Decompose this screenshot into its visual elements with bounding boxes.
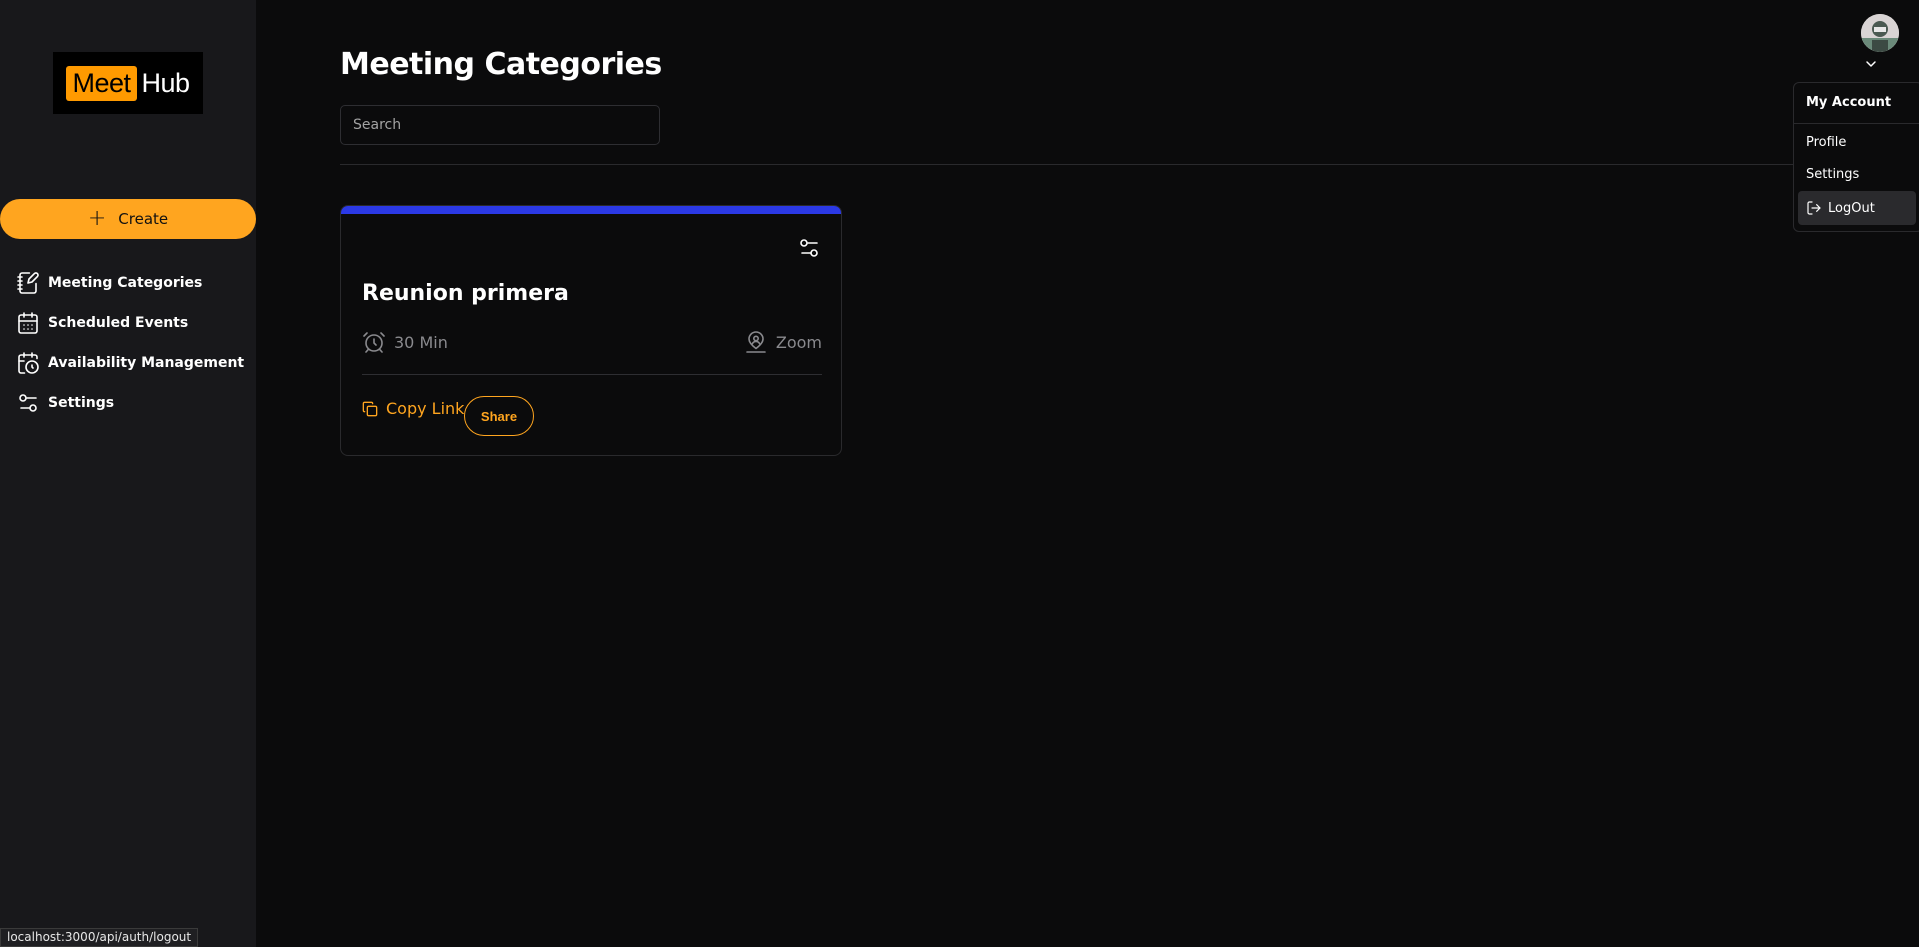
- card-title: Reunion primera: [362, 281, 569, 306]
- sidebar-item-label: Scheduled Events: [48, 315, 189, 331]
- sidebar-nav: Meeting Categories Scheduled Events Avai…: [0, 263, 256, 423]
- main-content: Meeting Categories Reunion primera 30 Mi…: [256, 0, 1919, 947]
- copy-link-label: Copy Link: [386, 399, 465, 418]
- duration: 30 Min: [362, 330, 448, 354]
- sidebar-item-label: Availability Management: [48, 355, 245, 371]
- location-text: Zoom: [775, 332, 822, 352]
- card-divider: [362, 374, 822, 375]
- sidebar-item-meeting-categories[interactable]: Meeting Categories: [0, 263, 256, 303]
- avatar-image: [1861, 14, 1899, 52]
- copy-link-button[interactable]: Copy Link: [362, 399, 464, 418]
- app-logo[interactable]: Meet Hub: [53, 52, 203, 114]
- search-input[interactable]: [340, 105, 660, 145]
- dropdown-separator: [1794, 123, 1919, 124]
- create-button-label: Create: [118, 210, 169, 228]
- logout-label: LogOut: [1828, 200, 1875, 216]
- logo-hub-text: Hub: [141, 67, 191, 98]
- menu-item-logout[interactable]: LogOut: [1798, 191, 1916, 225]
- settings-sliders-icon: [19, 394, 37, 412]
- meeting-category-card: Reunion primera 30 Min Zoom Copy Link Sh…: [340, 205, 842, 456]
- sidebar-item-scheduled-events[interactable]: Scheduled Events: [0, 303, 256, 343]
- location: Zoom: [744, 330, 822, 354]
- sidebar-item-availability-management[interactable]: Availability Management: [0, 343, 256, 383]
- plus-icon: +: [87, 206, 107, 231]
- duration-text: 30 Min: [394, 332, 448, 352]
- user-dropdown-menu: My Account Profile Settings LogOut: [1793, 82, 1919, 232]
- sidebar-item-label: Settings: [48, 395, 115, 411]
- user-avatar[interactable]: [1861, 14, 1899, 52]
- page-title: Meeting Categories: [340, 47, 662, 82]
- calendar-clock-icon: [18, 352, 39, 374]
- calendar-icon: [18, 312, 38, 334]
- create-button[interactable]: + Create: [0, 199, 256, 239]
- notebook-pen-icon: [17, 272, 39, 294]
- status-bar-url: localhost:3000/api/auth/logout: [0, 928, 199, 947]
- alarm-clock-icon: [363, 332, 385, 353]
- sidebar-item-label: Meeting Categories: [48, 275, 203, 291]
- card-settings-icon[interactable]: [797, 236, 821, 260]
- divider: [340, 164, 1919, 165]
- sidebar-item-settings[interactable]: Settings: [0, 383, 256, 423]
- chevron-down-icon[interactable]: [1863, 56, 1879, 72]
- sidebar: Meet Hub + Create Meeting Categories Sch…: [0, 0, 256, 947]
- dropdown-label: My Account: [1806, 95, 1892, 110]
- logo-meet-text: Meet: [66, 65, 137, 101]
- card-accent-bar: [341, 206, 841, 214]
- menu-item-profile[interactable]: Profile: [1806, 135, 1846, 150]
- card-meta: 30 Min Zoom: [362, 330, 822, 354]
- menu-item-settings[interactable]: Settings: [1806, 167, 1859, 182]
- copy-icon: [362, 401, 378, 416]
- logout-icon: [1807, 201, 1821, 215]
- share-button[interactable]: Share: [464, 396, 534, 436]
- map-pin-user-icon: [746, 331, 766, 353]
